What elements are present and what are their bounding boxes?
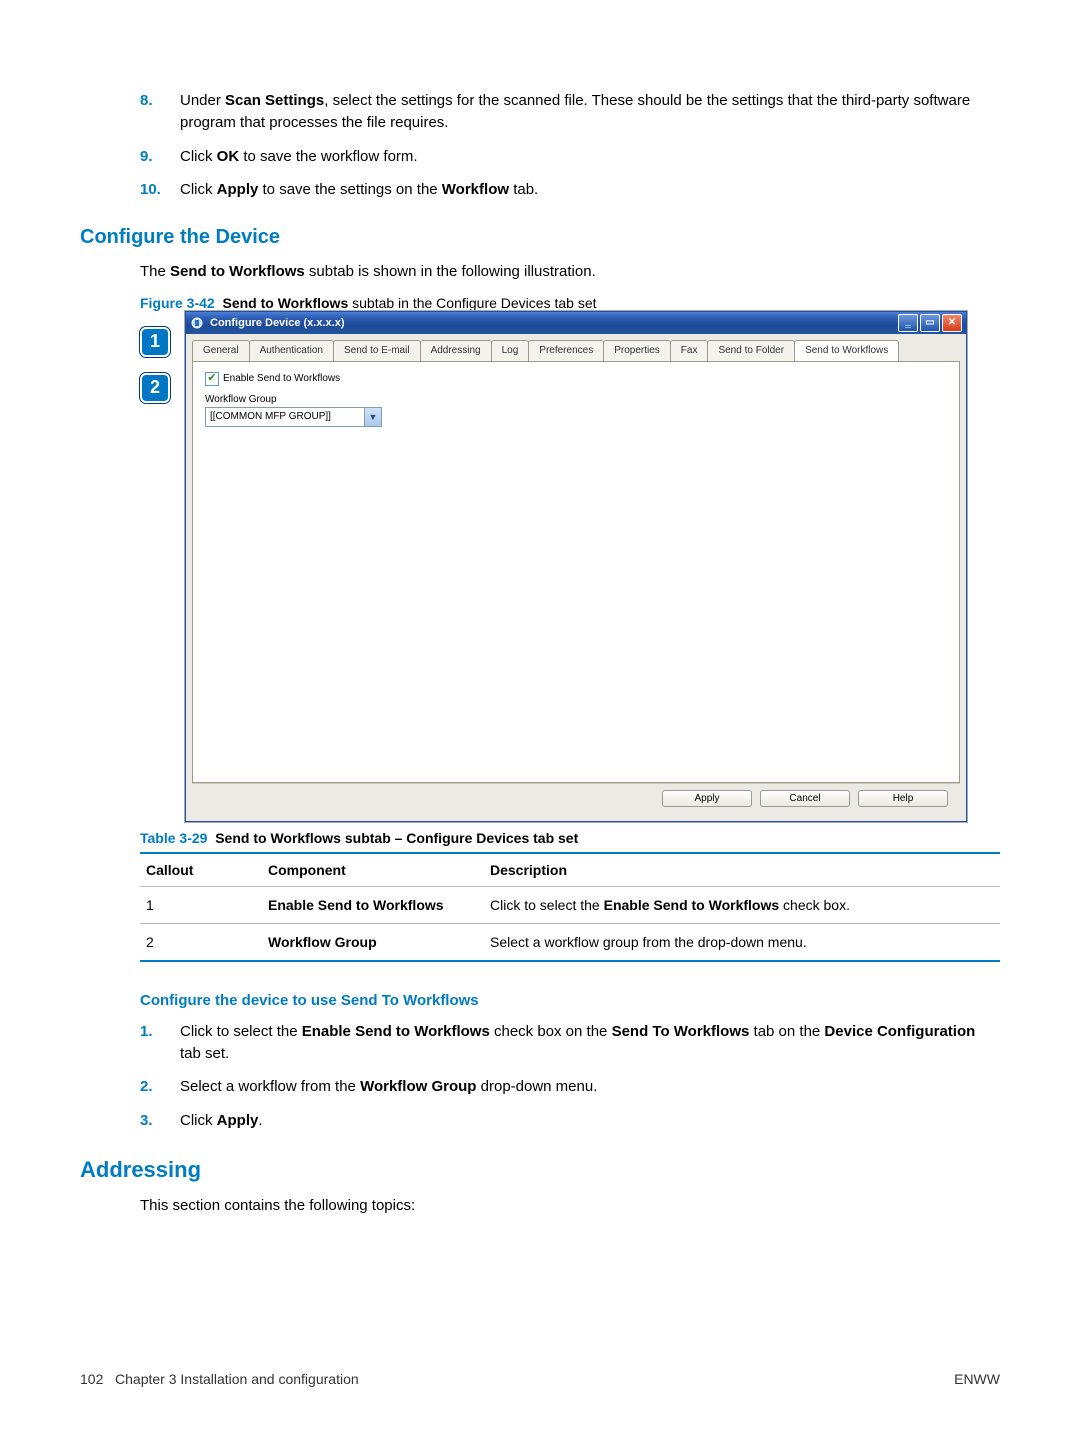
enable-send-to-workflows-row: ✔ Enable Send to Workflows	[205, 372, 947, 386]
step-text: Click Apply.	[180, 1110, 263, 1132]
heading-configure-use-workflows: Configure the device to use Send To Work…	[140, 992, 1000, 1009]
col-description: Description	[484, 853, 1000, 887]
list-item: 1.Click to select the Enable Send to Wor…	[140, 1021, 1000, 1065]
tab-panel-send-to-workflows: ✔ Enable Send to Workflows Workflow Grou…	[192, 361, 960, 783]
app-icon	[190, 316, 204, 330]
table-caption-text: Send to Workflows subtab – Configure Dev…	[215, 830, 578, 846]
step-text: Under Scan Settings, select the settings…	[180, 90, 1000, 134]
callout-badge-2: 2	[140, 373, 170, 403]
tabstrip: GeneralAuthenticationSend to E-mailAddre…	[186, 334, 966, 361]
figure-caption: Figure 3-42 Send to Workflows subtab in …	[140, 295, 1000, 311]
callout-badge-1: 1	[140, 327, 170, 357]
figure-caption-text: Send to Workflows subtab in the Configur…	[222, 295, 596, 311]
tab-log[interactable]: Log	[491, 340, 530, 361]
footer-right: ENWW	[954, 1371, 1000, 1387]
list-item: 10.Click Apply to save the settings on t…	[140, 179, 1000, 201]
tab-addressing[interactable]: Addressing	[420, 340, 492, 361]
list-item: 9.Click OK to save the workflow form.	[140, 146, 1000, 168]
footer-left: 102 Chapter 3 Installation and configura…	[80, 1371, 359, 1387]
step-text: Select a workflow from the Workflow Grou…	[180, 1076, 597, 1098]
tab-send-to-folder[interactable]: Send to Folder	[707, 340, 795, 361]
minimize-button[interactable]: ‗	[898, 314, 918, 332]
help-button[interactable]: Help	[858, 790, 948, 807]
table-row: 1Enable Send to WorkflowsClick to select…	[140, 886, 1000, 923]
workflow-group-value: [[COMMON MFP GROUP]]	[206, 411, 364, 422]
cell-callout: 1	[140, 886, 262, 923]
tab-send-to-workflows[interactable]: Send to Workflows	[794, 340, 899, 361]
cell-component: Workflow Group	[262, 923, 484, 961]
titlebar: Configure Device (x.x.x.x) ‗ ▭ ✕	[186, 312, 966, 334]
step-number: 1.	[140, 1021, 180, 1065]
list-item: 3.Click Apply.	[140, 1110, 1000, 1132]
table-caption: Table 3-29 Send to Workflows subtab – Co…	[140, 830, 1000, 846]
cell-component: Enable Send to Workflows	[262, 886, 484, 923]
steps-bottom: 1.Click to select the Enable Send to Wor…	[140, 1021, 1000, 1132]
tab-general[interactable]: General	[192, 340, 250, 361]
step-number: 2.	[140, 1076, 180, 1098]
button-bar: Apply Cancel Help	[192, 783, 960, 815]
tab-authentication[interactable]: Authentication	[249, 340, 334, 361]
tab-preferences[interactable]: Preferences	[528, 340, 604, 361]
maximize-button[interactable]: ▭	[920, 314, 940, 332]
step-number: 9.	[140, 146, 180, 168]
cell-description: Select a workflow group from the drop-do…	[484, 923, 1000, 961]
cell-callout: 2	[140, 923, 262, 961]
tab-properties[interactable]: Properties	[603, 340, 671, 361]
table-header-row: Callout Component Description	[140, 853, 1000, 887]
table-row: 2Workflow GroupSelect a workflow group f…	[140, 923, 1000, 961]
enable-send-to-workflows-checkbox[interactable]: ✔	[205, 372, 219, 386]
heading-addressing: Addressing	[80, 1157, 1000, 1183]
cancel-button[interactable]: Cancel	[760, 790, 850, 807]
page: 8.Under Scan Settings, select the settin…	[0, 0, 1080, 1437]
tab-fax[interactable]: Fax	[670, 340, 709, 361]
list-item: 2.Select a workflow from the Workflow Gr…	[140, 1076, 1000, 1098]
window-title: Configure Device (x.x.x.x)	[210, 317, 898, 329]
step-text: Click to select the Enable Send to Workf…	[180, 1021, 1000, 1065]
page-number: 102	[80, 1371, 103, 1387]
cell-description: Click to select the Enable Send to Workf…	[484, 886, 1000, 923]
workflow-group-label: Workflow Group	[205, 394, 947, 405]
window-buttons: ‗ ▭ ✕	[898, 314, 962, 332]
enable-send-to-workflows-label: Enable Send to Workflows	[223, 373, 340, 384]
step-number: 8.	[140, 90, 180, 134]
step-text: Click OK to save the workflow form.	[180, 146, 418, 168]
list-item: 8.Under Scan Settings, select the settin…	[140, 90, 1000, 134]
apply-button[interactable]: Apply	[662, 790, 752, 807]
addressing-intro: This section contains the following topi…	[140, 1195, 1000, 1217]
intro-paragraph: The Send to Workflows subtab is shown in…	[140, 261, 1000, 283]
chapter-title: Chapter 3 Installation and configuration	[115, 1371, 359, 1387]
col-callout: Callout	[140, 853, 262, 887]
step-text: Click Apply to save the settings on the …	[180, 179, 538, 201]
callout-table: Callout Component Description 1Enable Se…	[140, 852, 1000, 962]
configure-device-window: Configure Device (x.x.x.x) ‗ ▭ ✕ General…	[185, 311, 967, 822]
table-number: Table 3-29	[140, 830, 207, 846]
figure: 1 2 Configure Device (x.x.x.x) ‗ ▭ ✕ Gen…	[140, 311, 1000, 822]
step-number: 3.	[140, 1110, 180, 1132]
steps-top: 8.Under Scan Settings, select the settin…	[140, 90, 1000, 201]
chevron-down-icon[interactable]: ▼	[364, 408, 381, 426]
tab-send-to-e-mail[interactable]: Send to E-mail	[333, 340, 421, 361]
page-footer: 102 Chapter 3 Installation and configura…	[80, 1371, 1000, 1387]
step-number: 10.	[140, 179, 180, 201]
figure-number: Figure 3-42	[140, 295, 215, 311]
close-button[interactable]: ✕	[942, 314, 962, 332]
heading-configure-device: Configure the Device	[80, 226, 1000, 249]
col-component: Component	[262, 853, 484, 887]
workflow-group-dropdown[interactable]: [[COMMON MFP GROUP]] ▼	[205, 407, 382, 427]
